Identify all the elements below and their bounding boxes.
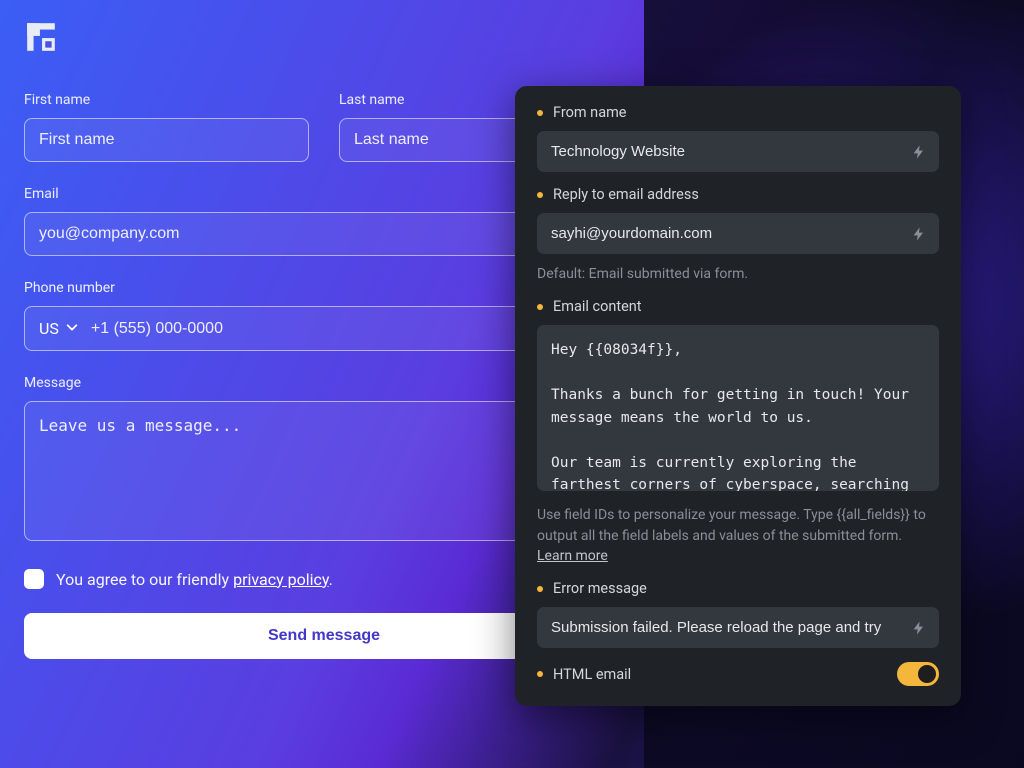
agree-suffix: . <box>329 570 333 589</box>
country-code-value: US <box>39 319 59 338</box>
help-text: Use field IDs to personalize your messag… <box>537 507 926 543</box>
field-changed-dot <box>537 110 543 116</box>
email-content-help: Use field IDs to personalize your messag… <box>537 505 939 566</box>
field-changed-dot <box>537 304 543 310</box>
error-message-label: Error message <box>553 580 647 597</box>
error-message-input[interactable] <box>537 607 939 648</box>
toggle-knob <box>918 665 936 683</box>
reply-to-note: Default: Email submitted via form. <box>537 264 939 284</box>
lightning-icon[interactable] <box>911 226 927 242</box>
chevron-down-icon <box>65 319 79 338</box>
html-email-label: HTML email <box>553 666 631 683</box>
lightning-icon[interactable] <box>911 144 927 160</box>
html-email-toggle[interactable] <box>897 662 939 686</box>
lightning-icon[interactable] <box>911 620 927 636</box>
field-changed-dot <box>537 586 543 592</box>
agree-text: You agree to our friendly privacy policy… <box>56 570 333 589</box>
first-name-input[interactable] <box>24 118 309 162</box>
reply-to-input[interactable] <box>537 213 939 254</box>
country-code-select[interactable]: US <box>25 307 87 350</box>
field-changed-dot <box>537 671 543 677</box>
app-logo <box>24 20 58 54</box>
privacy-policy-link[interactable]: privacy policy <box>233 570 329 589</box>
autoresponder-panel: From name Reply to email address Default… <box>515 86 961 706</box>
from-name-label: From name <box>553 104 626 121</box>
email-content-textarea[interactable] <box>537 325 939 491</box>
reply-to-label: Reply to email address <box>553 186 699 203</box>
first-name-label: First name <box>24 92 309 108</box>
learn-more-link[interactable]: Learn more <box>537 548 608 564</box>
field-changed-dot <box>537 192 543 198</box>
from-name-input[interactable] <box>537 131 939 172</box>
agree-prefix: You agree to our friendly <box>56 570 233 589</box>
email-content-label: Email content <box>553 298 642 315</box>
agree-checkbox[interactable] <box>24 569 44 589</box>
